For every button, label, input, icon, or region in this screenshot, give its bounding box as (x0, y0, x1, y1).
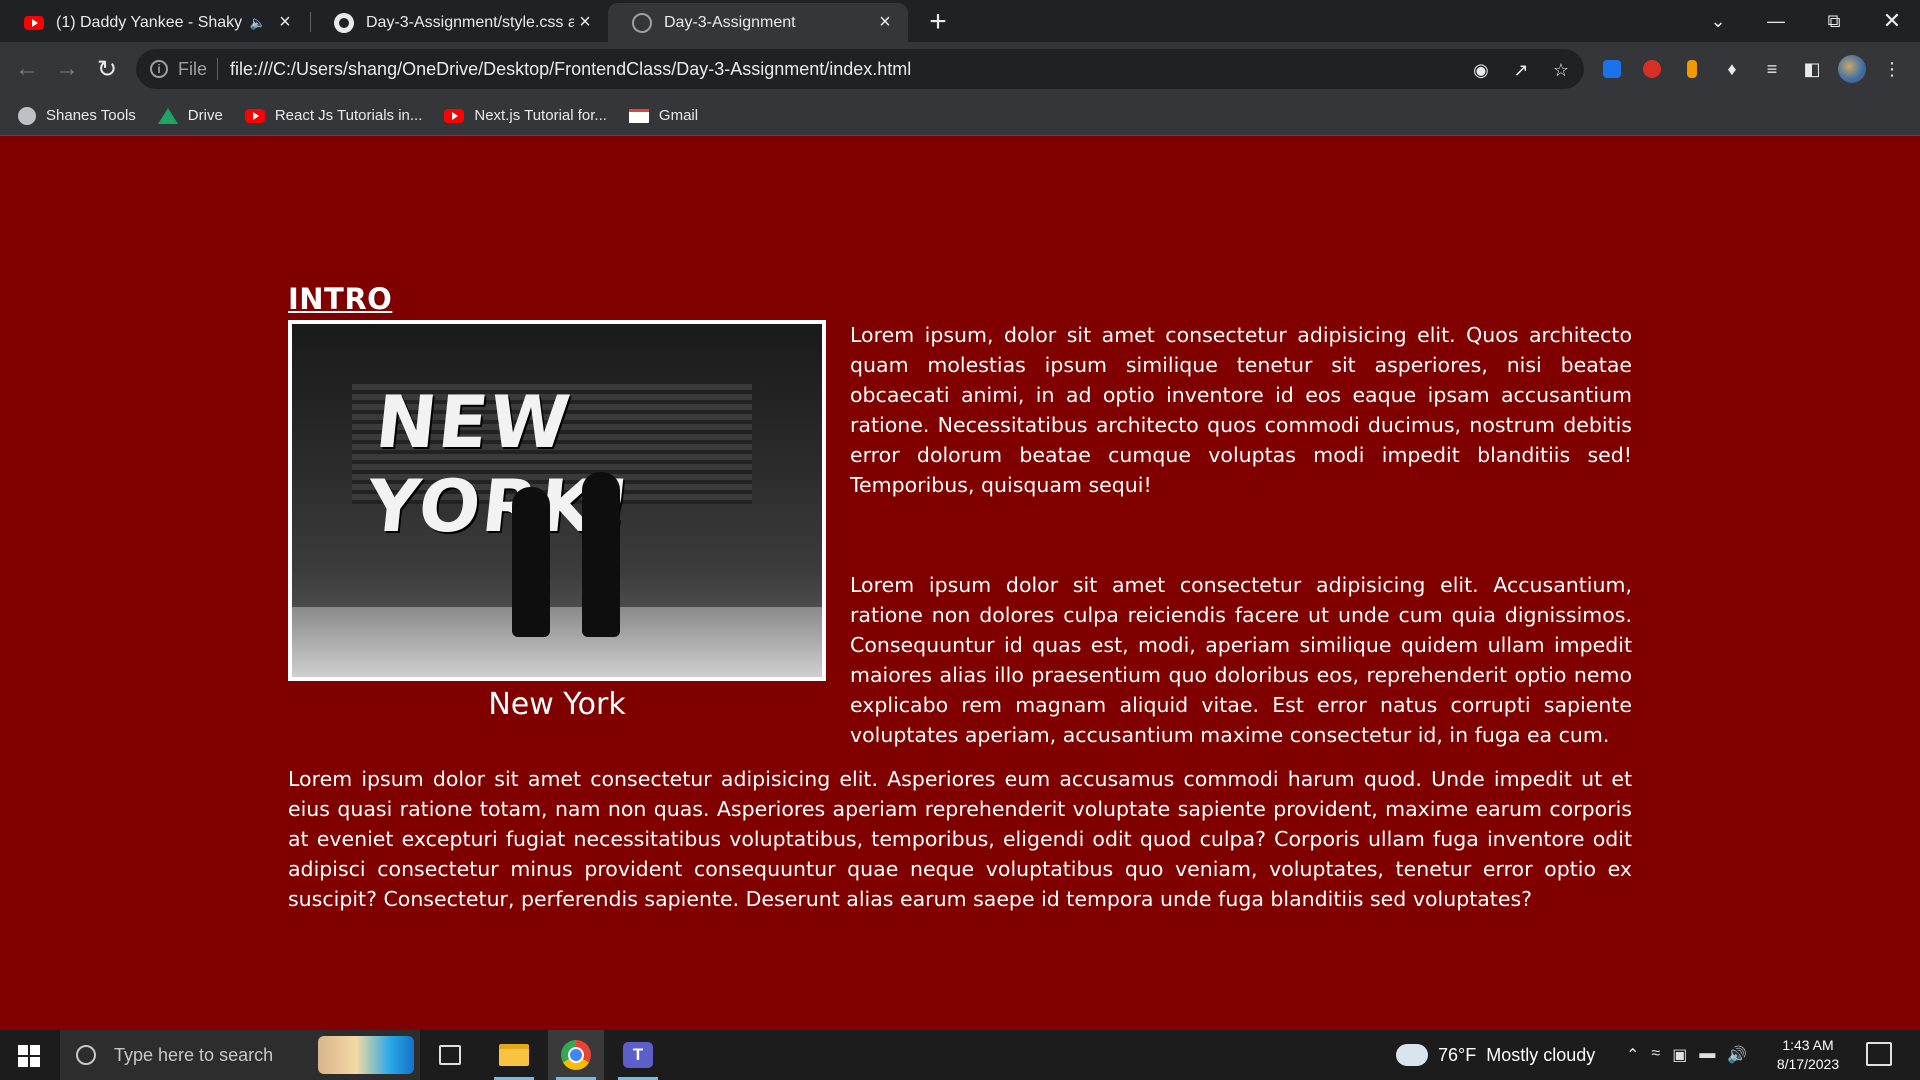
bookmark-drive[interactable]: Drive (157, 107, 223, 124)
new-york-photo: NEW YORK! (288, 320, 826, 681)
youtube-icon (24, 15, 44, 30)
menu-icon[interactable]: ⋮ (1878, 55, 1906, 83)
media-icon[interactable]: ≡ (1758, 55, 1786, 83)
chrome-button[interactable] (548, 1030, 604, 1080)
back-button[interactable]: ← (10, 52, 44, 86)
new-tab-button[interactable]: + (922, 5, 954, 38)
search-highlight-art (318, 1036, 414, 1074)
tab-youtube[interactable]: (1) Daddy Yankee - Shaky Shaky 🔈 × (0, 3, 308, 42)
folder-icon (499, 1044, 529, 1066)
close-icon[interactable]: × (274, 11, 296, 34)
extension-blue-icon[interactable] (1598, 55, 1626, 83)
photo-person (582, 472, 620, 637)
gmail-icon (628, 108, 649, 123)
teams-icon: T (623, 1042, 653, 1068)
extension-orange-icon[interactable] (1678, 55, 1706, 83)
scheme-label: File (178, 58, 208, 79)
omnibox-actions: ◉ ↗ ☆ (1468, 57, 1574, 83)
taskbar-search[interactable]: Type here to search (60, 1030, 420, 1080)
tab-title: Day-3-Assignment (664, 13, 796, 31)
close-icon[interactable]: × (874, 11, 896, 34)
star-icon[interactable]: ☆ (1548, 57, 1574, 83)
taskbar: Type here to search T 76°F Mostly cloudy… (0, 1030, 1920, 1080)
tab-github[interactable]: Day-3-Assignment/style.css at main × (310, 3, 608, 42)
windows-start-icon[interactable] (18, 1045, 40, 1067)
notification-icon[interactable] (1866, 1042, 1892, 1066)
globe-icon (18, 106, 36, 125)
minimize-button[interactable]: — (1748, 0, 1804, 42)
teams-button[interactable]: T (610, 1030, 666, 1080)
bookmark-label: React Js Tutorials in... (274, 107, 423, 124)
forward-button[interactable]: → (50, 52, 84, 86)
window-close-button[interactable]: ✕ (1864, 0, 1920, 42)
task-view-button[interactable] (422, 1030, 478, 1080)
battery-icon[interactable]: ▬ (1699, 1045, 1715, 1065)
restore-button[interactable]: ⧉ (1806, 0, 1862, 42)
github-icon (334, 12, 354, 33)
volume-icon[interactable]: 🔊 (1727, 1045, 1747, 1065)
paragraph-3: Lorem ipsum dolor sit amet consectetur a… (288, 767, 1632, 911)
bookmark-label: Gmail (658, 107, 699, 124)
side-text: Lorem ipsum, dolor sit amet consectetur … (850, 320, 1632, 750)
bookmark-label: Shanes Tools (46, 107, 136, 124)
bookmark-label: Next.js Tutorial for... (474, 107, 607, 124)
tab-search-icon[interactable]: ⌄ (1690, 0, 1746, 42)
page-content: INTRO NEW YORK! New York Lorem ipsum, do… (288, 282, 1632, 914)
weather-widget[interactable]: 76°F Mostly cloudy (1396, 1030, 1595, 1080)
task-view-icon (439, 1045, 461, 1065)
bookmark-react[interactable]: React Js Tutorials in... (244, 107, 423, 124)
info-icon[interactable]: i (150, 60, 168, 78)
clock[interactable]: 1:43 AM 8/17/2023 (1760, 1036, 1856, 1074)
bookmark-gmail[interactable]: Gmail (628, 107, 699, 124)
file-explorer-button[interactable] (486, 1030, 542, 1080)
chevron-up-icon[interactable]: ⌃ (1626, 1045, 1639, 1065)
search-placeholder: Type here to search (114, 1044, 274, 1065)
extension-red-icon[interactable] (1638, 55, 1666, 83)
browser-toolbar: ← → ↻ i File file:///C:/Users/shang/OneD… (0, 42, 1920, 96)
weather-temp: 76°F (1438, 1044, 1477, 1065)
tab-strip: (1) Daddy Yankee - Shaky Shaky 🔈 × Day-3… (0, 0, 1920, 42)
puzzle-icon[interactable]: ♦ (1718, 55, 1746, 83)
youtube-icon (244, 108, 265, 123)
photo-person (512, 487, 550, 637)
tab-title: (1) Daddy Yankee - Shaky Shaky (56, 13, 242, 31)
chrome-icon (561, 1040, 591, 1070)
google-drive-icon (157, 107, 178, 124)
divider (217, 58, 219, 80)
wifi-icon[interactable]: ≈ (1651, 1045, 1660, 1065)
intro-row: NEW YORK! New York Lorem ipsum, dolor si… (288, 320, 1632, 750)
side-panel-icon[interactable]: ◧ (1798, 55, 1826, 83)
system-tray: ⌃ ≈ ▣ ▬ 🔊 (1626, 1030, 1747, 1080)
bookmark-shanes-tools[interactable]: Shanes Tools (18, 106, 136, 125)
page-viewport: INTRO NEW YORK! New York Lorem ipsum, do… (0, 136, 1920, 1030)
page-title: INTRO (288, 282, 393, 316)
paragraph-2: Lorem ipsum dolor sit amet consectetur a… (850, 573, 1632, 747)
address-bar[interactable]: i File file:///C:/Users/shang/OneDrive/D… (136, 49, 1584, 89)
photo-sidewalk (292, 607, 822, 677)
tab-title: Day-3-Assignment/style.css at main (366, 13, 574, 31)
youtube-icon (444, 108, 465, 123)
reload-button[interactable]: ↻ (90, 52, 124, 86)
clock-time: 1:43 AM (1782, 1037, 1834, 1053)
bookmark-nextjs[interactable]: Next.js Tutorial for... (444, 107, 607, 124)
avatar[interactable] (1838, 55, 1866, 83)
bookmark-label: Drive (187, 107, 223, 124)
eye-off-icon[interactable]: ◉ (1468, 57, 1494, 83)
extensions-area: ♦ ≡ ◧ ⋮ (1598, 55, 1906, 83)
close-icon[interactable]: × (574, 11, 596, 34)
clock-date: 8/17/2023 (1776, 1056, 1840, 1072)
figure: NEW YORK! New York (288, 320, 826, 750)
share-icon[interactable]: ↗ (1508, 57, 1534, 83)
image-caption: New York (488, 687, 626, 722)
cloud-icon (1396, 1036, 1428, 1066)
tab-active[interactable]: Day-3-Assignment × (608, 3, 908, 42)
url-text[interactable]: file:///C:/Users/shang/OneDrive/Desktop/… (230, 59, 911, 80)
search-icon (76, 1045, 96, 1065)
globe-icon (632, 12, 652, 33)
speaker-icon[interactable]: 🔈 (250, 15, 266, 31)
bookmarks-bar: Shanes Tools Drive React Js Tutorials in… (0, 96, 1920, 136)
paragraph-1: Lorem ipsum, dolor sit amet consectetur … (850, 323, 1632, 497)
device-icon[interactable]: ▣ (1672, 1045, 1687, 1065)
weather-condition: Mostly cloudy (1486, 1044, 1596, 1065)
